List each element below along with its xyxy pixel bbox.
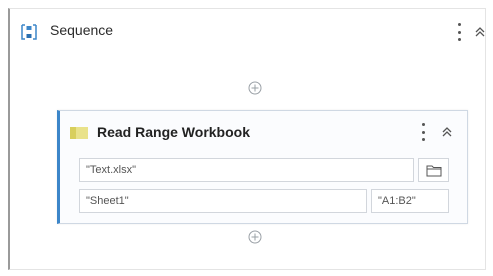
activity-header: Read Range Workbook [60, 111, 467, 153]
activity-title: Read Range Workbook [97, 124, 250, 140]
add-activity-icon[interactable] [248, 81, 262, 95]
browse-file-button[interactable] [418, 158, 449, 182]
sequence-header: Sequence [10, 9, 485, 49]
folder-icon [426, 164, 442, 177]
sequence-container[interactable]: Sequence Read Range Workbook "Text.xlsx"… [8, 8, 486, 270]
sequence-more-options-icon[interactable] [452, 23, 466, 41]
excel-icon [70, 126, 88, 139]
sequence-icon [20, 23, 38, 41]
sequence-title: Sequence [50, 22, 114, 38]
add-activity-icon[interactable] [248, 230, 262, 244]
read-range-activity[interactable]: Read Range Workbook "Text.xlsx" "Sheet1"… [57, 110, 468, 224]
range-input[interactable]: "A1:B2" [371, 189, 449, 213]
sheet-name-input[interactable]: "Sheet1" [79, 189, 367, 213]
activity-collapse-icon[interactable] [440, 125, 454, 139]
workbook-path-input[interactable]: "Text.xlsx" [79, 158, 414, 182]
sequence-collapse-icon[interactable] [473, 25, 487, 39]
activity-more-options-icon[interactable] [416, 123, 430, 141]
